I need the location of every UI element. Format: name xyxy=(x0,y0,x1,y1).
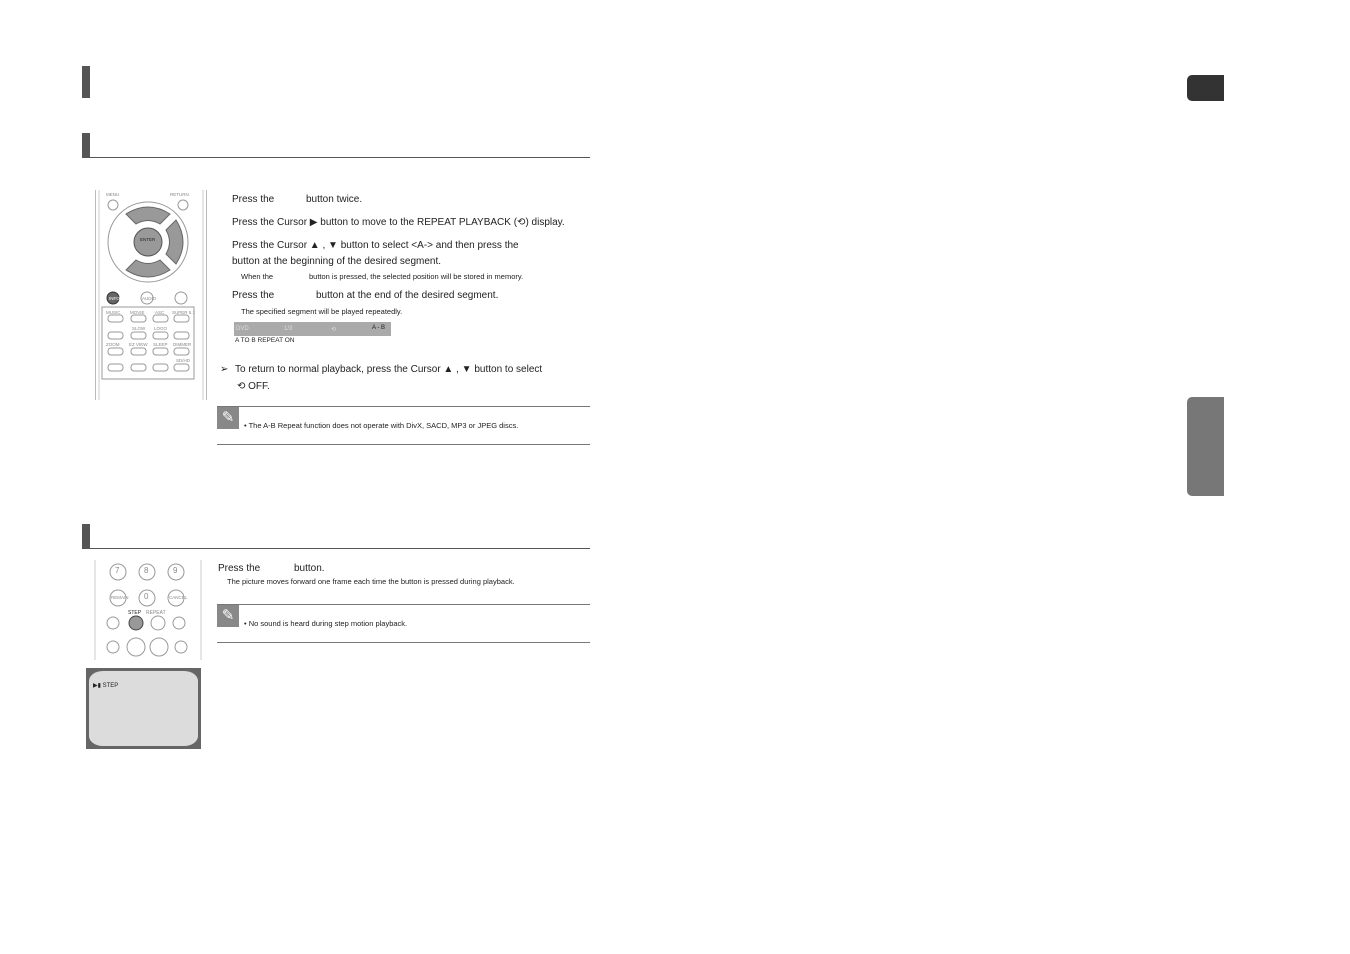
key-7: 7 xyxy=(115,566,120,575)
remote-label: RETURN xyxy=(170,192,189,197)
step3-note: When the xyxy=(241,272,274,281)
key-cancel: CANCEL xyxy=(169,595,188,600)
remote-label: DIMMER xyxy=(173,342,192,347)
step2-text: Press the Cursor ▶ button to move to the… xyxy=(232,217,565,228)
note-icon: ✎ xyxy=(217,407,239,429)
page-tab xyxy=(1187,75,1224,101)
manual-page: MENU RETURN ENTER INFO AUDIO MUSIC MOVIE… xyxy=(0,0,1350,954)
remote-label: ASC xyxy=(155,310,165,315)
key-repeat-label: REPEAT xyxy=(146,610,166,616)
section1-header xyxy=(82,133,590,158)
remote-image-1: MENU RETURN ENTER INFO AUDIO MUSIC MOVIE… xyxy=(95,190,207,400)
text: ) display. xyxy=(525,217,565,228)
remote-label: MOVIE xyxy=(130,310,145,315)
screen-step-text: ▶▮ STEP xyxy=(93,683,119,689)
text: Press the Cursor ▶ button to move to the… xyxy=(232,217,518,228)
step4-text: button at the end of the desired segment… xyxy=(316,290,499,301)
remote-label: ZOOM xyxy=(106,342,120,347)
tv-screen: ▶▮ STEP xyxy=(86,668,201,749)
osd-repeat-icon: ⟲ xyxy=(331,327,337,333)
step4-note: The specified segment will be played rep… xyxy=(241,307,403,316)
note-text: • No sound is heard during step motion p… xyxy=(244,619,408,628)
step3-note: button is pressed, the selected position… xyxy=(309,272,524,281)
step-note: The picture moves forward one frame each… xyxy=(227,577,515,586)
key-8: 8 xyxy=(144,566,149,575)
remote-label: SLEEP xyxy=(153,342,168,347)
section2-header xyxy=(82,524,590,549)
key-9: 9 xyxy=(173,566,178,575)
remote-label: SD/HD xyxy=(176,358,191,363)
osd-ab: A - B xyxy=(372,325,386,331)
remote-label: MENU xyxy=(106,192,120,197)
osd-caption: A TO B REPEAT ON xyxy=(235,337,295,344)
remote-label: MUSIC xyxy=(106,310,121,315)
remote-label: SLOW xyxy=(132,326,146,331)
remote-label: INFO xyxy=(109,296,120,301)
osd-bar: DVD 1/3 ⟲ A - B xyxy=(234,322,391,336)
step1-text: Press the xyxy=(232,194,275,205)
remote-label: EZ VIEW xyxy=(129,342,148,347)
remote-label: ENTER xyxy=(140,237,156,242)
remote-dpad xyxy=(98,190,204,400)
note-text: • The A-B Repeat function does not opera… xyxy=(244,421,519,430)
key-0: 0 xyxy=(144,592,149,601)
step4-text: Press the xyxy=(232,290,275,301)
step3-text-cont: button at the beginning of the desired s… xyxy=(232,256,442,267)
note-icon: ✎ xyxy=(217,605,239,627)
osd-title: 1/3 xyxy=(284,326,293,332)
osd-disc: DVD xyxy=(236,326,249,332)
tip-text-cont: ⟲ OFF. xyxy=(237,381,270,392)
step3-text: Press the Cursor ▲ , ▼ button to select … xyxy=(232,240,519,251)
note-box-2: ✎ • No sound is heard during step motion… xyxy=(217,604,590,643)
key-step-label: STEP xyxy=(128,610,142,616)
note-box-1: ✎ • The A-B Repeat function does not ope… xyxy=(217,406,590,445)
step-text: button. xyxy=(294,563,325,574)
remote-label: SUPER 5.1 xyxy=(172,310,196,315)
tip-text: To return to normal playback, press the … xyxy=(235,364,543,375)
title-bar-marker xyxy=(82,66,90,98)
step1-text: button twice. xyxy=(306,194,363,205)
side-tab xyxy=(1187,397,1224,496)
step-text: Press the xyxy=(218,563,261,574)
remote-label: AUDIO xyxy=(142,296,157,301)
remote-image-2: 7 8 9 REMAIN 0 CANCEL STEP REPEAT xyxy=(93,560,203,660)
tip-arrow-icon: ➢ xyxy=(220,364,229,375)
remote-label: LOGO xyxy=(154,326,168,331)
key-remain: REMAIN xyxy=(111,595,129,600)
